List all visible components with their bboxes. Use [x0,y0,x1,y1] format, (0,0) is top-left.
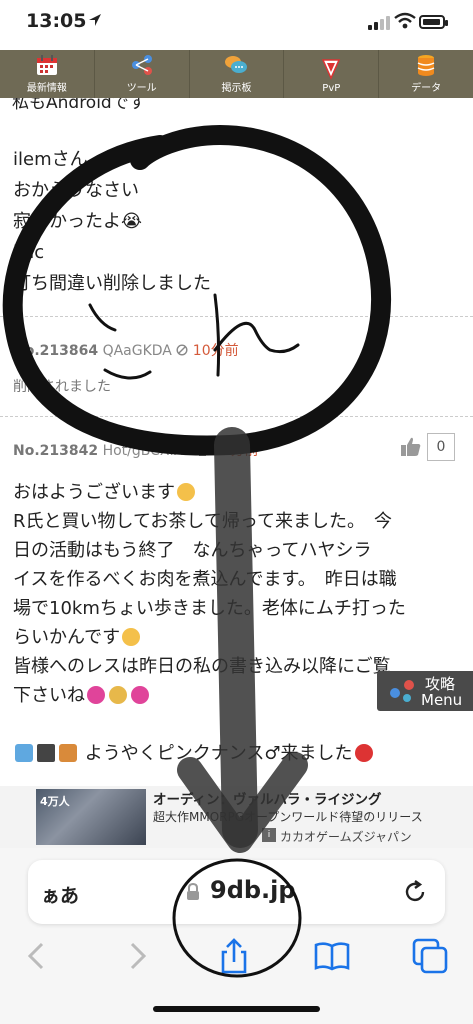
nav-label: 最新情報 [26,83,67,94]
exclamation-emoji-icon [354,744,373,762]
post-line: 寂しかったよ😭 [13,211,143,232]
ad-banner[interactable]: 4万人 オーディン：ヴァルハラ・ライジング 超大作MMORPGオープンワールド待… [0,786,473,848]
post-line: R氏と買い物してお茶して帰って来ました。 今 [13,511,392,532]
smile-emoji-icon [177,483,195,501]
tabs-icon[interactable] [410,936,450,976]
ad-title[interactable]: オーディン：ヴァルハラ・ライジング [153,788,382,808]
ad-description: 超大作MMORPGオープンワールド待望のリリース [153,810,423,824]
post-time: 39分前 [212,443,259,459]
heart-emoji-icon [131,686,149,704]
cross-emoji-icon [37,744,55,762]
wifi-icon [394,12,416,29]
post-text-cutoff: 私もAndroidです [12,98,146,113]
nav-item-forum[interactable]: 掲示板 [190,50,285,98]
nav-item-pvp[interactable]: PvP [284,50,380,98]
nav-label: ツール [126,83,157,94]
thumbs-up-icon[interactable] [399,436,423,458]
post-line: ようやくピンクナンス♂来ました [84,743,353,764]
nav-label: 掲示板 [221,83,252,94]
ad-image-text: 4万人 [40,795,70,808]
browser-toolbar: ぁあ 9db.jp [0,848,473,1024]
post-body: おはようございます R氏と買い物してお茶して帰って来ました。 今 日の活動はもう… [13,478,463,768]
location-arrow-icon [89,14,101,26]
guide-menu-button[interactable]: 攻略 Menu [377,671,473,711]
menu-label-en: Menu [421,691,463,709]
post-line: kuc [13,242,45,263]
forward-icon[interactable] [117,936,157,976]
post-line: 日の活動はもう終了 なんちゃってハヤシラ [13,540,372,561]
post-divider [0,416,473,417]
post-user-id: Hot/gBCXIXA [102,443,193,459]
post-time: 10分前 [192,343,239,359]
ad-image[interactable]: 4万人 [36,789,146,845]
post-line: おはようございます [13,482,175,503]
nav-item-data[interactable]: データ [379,50,473,98]
post-line: ilemさん [13,149,88,170]
share-nodes-icon [131,55,152,75]
bookmarks-icon[interactable] [312,936,352,976]
post-line: 場で10kmちょい歩きました。老体にムチ打った [13,598,406,619]
cellular-signal-icon [368,16,390,30]
prohibited-icon [176,344,188,356]
address-bar[interactable]: ぁあ 9db.jp [28,860,445,924]
like-control[interactable]: 0 [399,433,455,461]
lock-icon [187,883,199,900]
url-domain[interactable]: 9db.jp [210,876,296,904]
ad-info-badge[interactable]: i [262,828,276,842]
post-line: おかえりなさい [13,180,139,201]
shield-badge-icon [322,59,341,80]
post-divider [0,316,473,317]
heart-emoji-icon [87,686,105,704]
post-deleted-text: 削除されました [13,379,111,395]
post-meta: No.213864 QAaGKDA 10分前 [13,340,239,360]
diamond-emoji-icon [15,744,33,762]
trash-icon [198,446,208,456]
menu-dots-icon [390,680,414,702]
post-meta: No.213842 Hot/gBCXIXA 39分前 [13,440,259,460]
page-settings-button[interactable]: ぁあ [41,881,79,908]
post-line: 打ち間違い削除しました [13,273,211,294]
back-icon[interactable] [17,936,57,976]
post-line: イスを作るべくお肉を煮込んでます。 昨日は職 [13,569,397,590]
calendar-icon [36,55,57,75]
bow-emoji-icon [109,686,127,704]
share-icon[interactable] [214,936,254,976]
post-line: 下さいね [13,685,85,706]
battery-icon [419,15,448,29]
like-count: 0 [427,433,455,461]
nav-item-news[interactable]: 最新情報 [0,50,95,98]
reload-icon[interactable] [402,879,428,905]
house-emoji-icon [59,744,77,762]
post-line: らいかんです [13,627,121,648]
post-user-id: QAaGKDA [102,343,172,359]
nav-label: PvP [322,83,341,94]
post-number[interactable]: No.213842 [13,443,98,459]
chat-bubbles-icon [225,56,248,73]
nav-item-tools[interactable]: ツール [95,50,190,98]
status-bar: 13:05 [0,0,473,50]
ad-advertiser: カカオゲームズジャパン [280,830,412,844]
home-indicator [153,1006,320,1012]
database-icon [417,55,435,76]
site-nav: 最新情報 ツール 掲示板 PvP データ [0,50,473,98]
post-number[interactable]: No.213864 [13,343,98,359]
post-body: ilemさん おかえりなさい 寂しかったよ😭 kuc 打ち間違い削除しました [13,144,211,299]
sweat-smile-emoji-icon [122,628,141,646]
nav-label: データ [411,83,442,94]
status-time: 13:05 [26,10,87,32]
